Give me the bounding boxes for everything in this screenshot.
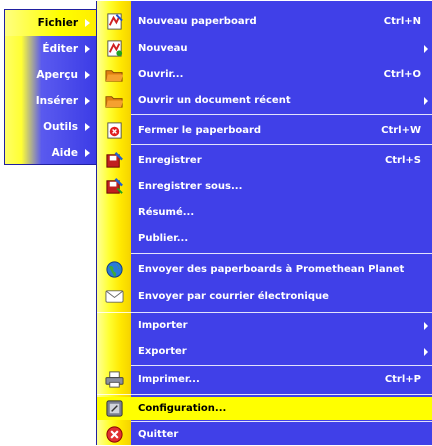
chevron-right-icon (85, 19, 90, 27)
menu-editer-label: Éditer (42, 43, 78, 55)
menu-item-quit[interactable]: Quitter (97, 423, 432, 446)
menu-item-close-flipchart[interactable]: Fermer le paperboard Ctrl+W (97, 119, 432, 142)
open-folder-icon (105, 70, 124, 82)
separator (97, 312, 432, 313)
shortcut-label: Ctrl+O (383, 69, 421, 80)
menu-item-import[interactable]: Importer (97, 314, 432, 337)
menu-item-publish[interactable]: Publier... (97, 227, 432, 250)
menu-item-print[interactable]: Imprimer... Ctrl+P (97, 368, 432, 391)
menu-item-open-recent[interactable]: Ouvrir un document récent (97, 89, 432, 112)
menu-aide[interactable]: Aide (5, 140, 96, 166)
shortcut-label: Ctrl+N (383, 16, 421, 27)
menu-item-send-email[interactable]: Envoyer par courrier électronique (97, 285, 432, 308)
chevron-right-icon (424, 348, 428, 356)
settings-icon (106, 400, 123, 417)
menu-apercu[interactable]: Aperçu (5, 62, 96, 88)
menu-item-label: Fermer le paperboard (138, 125, 262, 136)
shortcut-label: Ctrl+S (384, 155, 421, 166)
menu-item-label: Publier... (138, 233, 189, 244)
separator (131, 365, 432, 366)
file-menu: Nouveau paperboard Ctrl+N Nouveau Ouvrir… (96, 1, 432, 445)
menu-item-label: Enregistrer (138, 155, 202, 166)
menu-item-label: Nouveau paperboard (138, 16, 257, 27)
chevron-right-icon (424, 97, 428, 105)
menu-item-label: Imprimer... (138, 374, 200, 385)
menu-inserer[interactable]: Insérer (5, 88, 96, 114)
envelope-icon (105, 290, 124, 303)
menu-item-save-as[interactable]: Enregistrer sous... (97, 175, 432, 198)
menu-item-label: Nouveau (138, 43, 188, 54)
menu-item-open[interactable]: Ouvrir... Ctrl+O (97, 63, 432, 86)
chevron-right-icon (85, 71, 90, 79)
menu-outils-label: Outils (43, 121, 78, 133)
menu-fichier[interactable]: Fichier (5, 10, 96, 36)
chevron-right-icon (85, 97, 90, 105)
recent-folder-icon (105, 96, 124, 108)
chevron-right-icon (85, 45, 90, 53)
menu-item-label: Enregistrer sous... (138, 181, 243, 192)
menu-item-label: Ouvrir... (138, 69, 184, 80)
menu-item-send-promethean-planet[interactable]: Envoyer des paperboards à Promethean Pla… (97, 258, 432, 281)
menu-item-configuration[interactable]: Configuration... (97, 397, 432, 420)
menu-item-label: Envoyer des paperboards à Promethean Pla… (138, 264, 405, 275)
separator (131, 144, 432, 145)
globe-icon (106, 261, 123, 278)
separator (131, 421, 432, 422)
menu-editer[interactable]: Éditer (5, 36, 96, 62)
menu-item-label: Importer (138, 320, 188, 331)
shortcut-label: Ctrl+P (384, 374, 421, 385)
menu-item-save[interactable]: Enregistrer Ctrl+S (97, 149, 432, 172)
chevron-right-icon (424, 45, 428, 53)
menu-aide-label: Aide (51, 147, 78, 159)
menu-inserer-label: Insérer (35, 95, 78, 107)
menu-outils[interactable]: Outils (5, 114, 96, 140)
exit-icon (106, 426, 123, 443)
menu-item-export[interactable]: Exporter (97, 340, 432, 363)
menu-item-label: Exporter (138, 346, 187, 357)
chevron-right-icon (85, 149, 90, 157)
menu-item-summary[interactable]: Résumé... (97, 201, 432, 224)
new-flipchart-icon (107, 13, 123, 30)
chevron-right-icon (424, 322, 428, 330)
save-as-icon (106, 178, 123, 194)
save-icon (106, 152, 123, 168)
menu-apercu-label: Aperçu (36, 69, 78, 81)
shortcut-label: Ctrl+W (381, 125, 421, 136)
printer-icon (105, 371, 124, 388)
menu-item-new[interactable]: Nouveau (97, 37, 432, 60)
menu-item-label: Quitter (138, 429, 179, 440)
menu-item-label: Ouvrir un document récent (138, 95, 291, 106)
menu-fichier-label: Fichier (37, 17, 78, 29)
separator (97, 394, 432, 395)
main-menu: Fichier Éditer Aperçu Insérer Outils Aid… (4, 9, 97, 165)
separator (131, 114, 432, 115)
close-flipchart-icon (107, 122, 122, 139)
menu-item-label: Configuration... (138, 403, 227, 414)
separator (131, 253, 432, 254)
menu-item-label: Envoyer par courrier électronique (138, 291, 329, 302)
menu-item-label: Résumé... (138, 207, 195, 218)
menu-item-new-flipchart[interactable]: Nouveau paperboard Ctrl+N (97, 10, 432, 33)
chevron-right-icon (85, 123, 90, 131)
new-icon (107, 40, 123, 57)
